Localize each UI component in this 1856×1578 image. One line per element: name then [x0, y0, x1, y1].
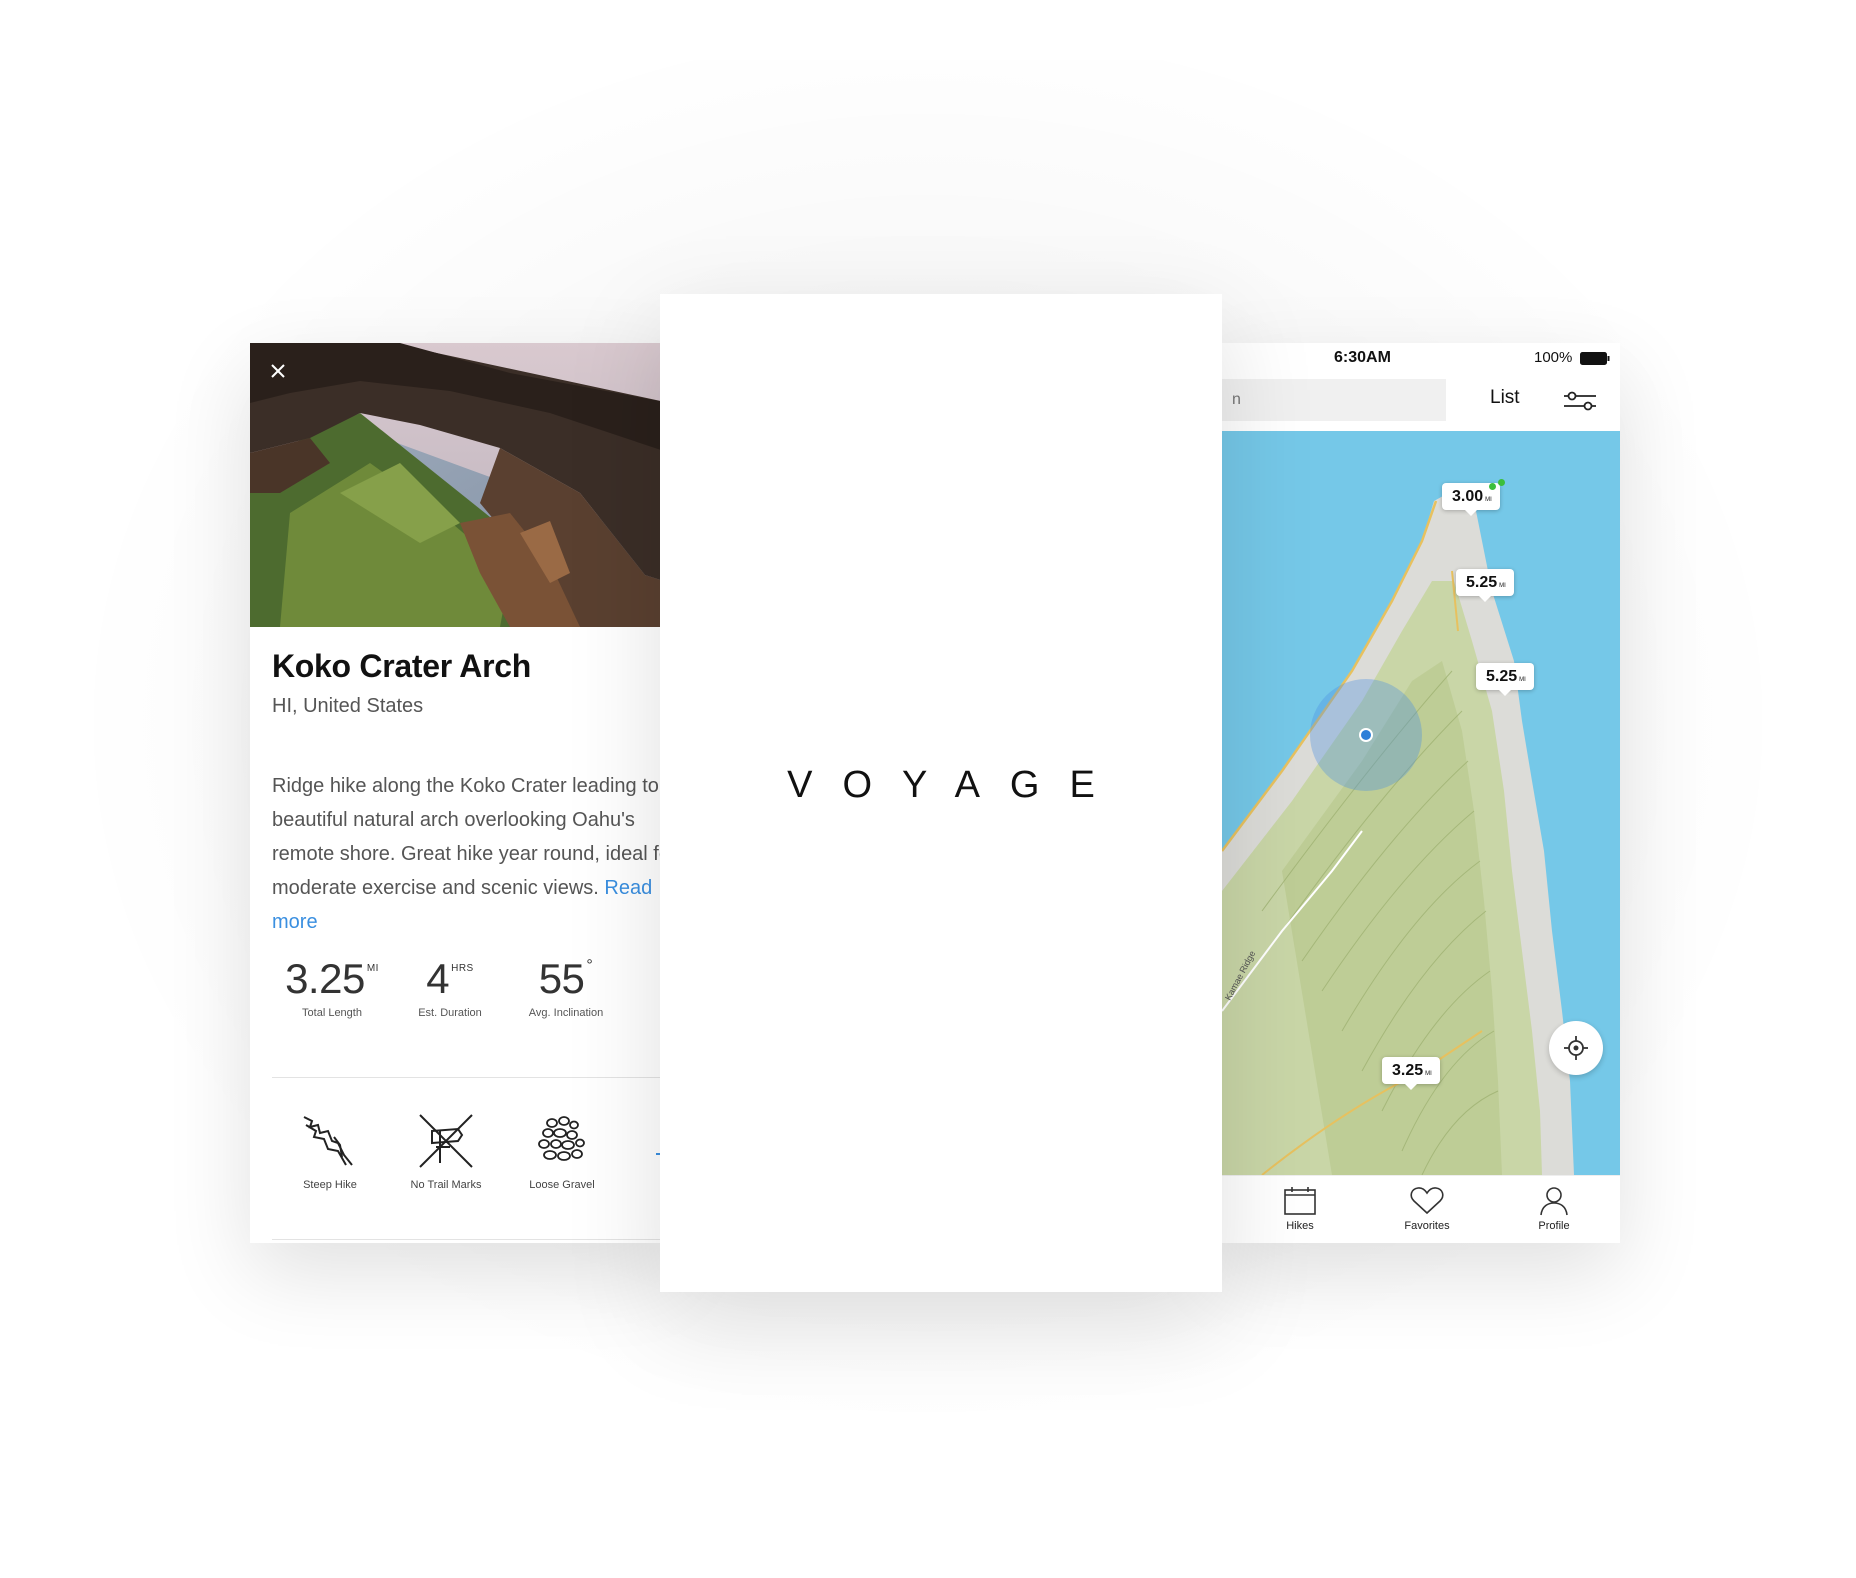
divider	[272, 1077, 670, 1078]
stat-value: 4	[426, 955, 450, 1002]
stat-unit: HRS	[451, 963, 474, 974]
calendar-icon	[1284, 1187, 1316, 1215]
marker-status-dot	[1489, 483, 1496, 490]
stat-inclination: 55 ° Avg. Inclination	[506, 955, 626, 1019]
stat-value: 3.25	[285, 955, 365, 1002]
marker-distance: 3.00	[1452, 488, 1484, 505]
stat-total-length: 3.25 MI Total Length	[272, 955, 392, 1019]
marker-status-dot	[1498, 479, 1505, 486]
locate-me-button[interactable]	[1549, 1021, 1603, 1075]
feature-label: Steep Hike	[303, 1179, 357, 1191]
search-input[interactable]	[1222, 379, 1446, 421]
marker-distance: 5.25	[1466, 574, 1498, 591]
close-button[interactable]	[267, 360, 289, 382]
list-view-button[interactable]: List	[1490, 387, 1520, 409]
tab-bar: Hikes Favorites Profile	[1222, 1175, 1620, 1243]
feature-loose-gravel: Loose Gravel	[504, 1111, 620, 1191]
marker-unit: MI	[1485, 497, 1492, 503]
no-trail-marks-icon	[419, 1114, 473, 1168]
stat-label: Avg. Inclination	[528, 1007, 604, 1019]
search-bar[interactable]	[1222, 379, 1446, 421]
status-time: 6:30AM	[1334, 349, 1391, 366]
tab-label: Hikes	[1286, 1220, 1314, 1232]
marker-unit: MI	[1499, 583, 1506, 589]
marker-distance: 5.25	[1486, 668, 1518, 685]
tab-profile[interactable]: Profile	[1514, 1186, 1594, 1232]
marker-distance: 3.25	[1392, 1062, 1424, 1079]
stat-value: 55	[538, 955, 585, 1002]
stat-label: Total Length	[302, 1007, 362, 1019]
trail-title: Koko Crater Arch	[272, 648, 531, 684]
feature-label: No Trail Marks	[410, 1179, 482, 1191]
trail-location: HI, United States	[272, 695, 424, 717]
tab-label: Profile	[1538, 1220, 1570, 1232]
trail-marker[interactable]: 3.25 MI	[1382, 1057, 1440, 1090]
marker-unit: MI	[1519, 677, 1526, 683]
voyage-logo: VOYAGE	[787, 764, 1125, 806]
trail-marker[interactable]: 5.25 MI	[1476, 663, 1534, 696]
splash-screen: VOYAGE	[660, 294, 1222, 1292]
hero-image	[250, 343, 670, 627]
feature-steep-hike: Steep Hike	[272, 1111, 388, 1191]
stat-label: Est. Duration	[418, 1007, 482, 1019]
trail-stats: 3.25 MI Total Length 4 HRS Est. Duration 5…	[250, 955, 670, 1035]
map-screen: 6:30AM 100% List	[1222, 343, 1620, 1243]
tab-hikes[interactable]: Hikes	[1260, 1186, 1340, 1232]
stat-unit: °	[586, 957, 594, 974]
trail-detail-screen: Koko Crater Arch HI, United States Ridge…	[250, 343, 670, 1243]
feature-label: Loose Gravel	[529, 1179, 595, 1191]
tab-favorites[interactable]: Favorites	[1387, 1186, 1467, 1232]
battery-icon	[1580, 352, 1610, 365]
steep-hike-icon	[303, 1116, 353, 1166]
trail-marker[interactable]: 5.25 MI	[1456, 569, 1514, 602]
person-icon	[1540, 1187, 1568, 1216]
battery-percentage: 100%	[1534, 349, 1573, 366]
crosshair-icon	[1564, 1036, 1588, 1060]
heart-icon	[1410, 1187, 1444, 1215]
filter-button[interactable]	[1562, 388, 1598, 414]
tab-label: Favorites	[1404, 1220, 1450, 1232]
filter-icon	[1564, 391, 1596, 411]
close-icon	[271, 364, 285, 378]
current-location-dot	[1361, 730, 1371, 740]
stat-unit: MI	[366, 963, 379, 974]
marker-unit: MI	[1425, 1071, 1432, 1077]
feature-no-trail-marks: No Trail Marks	[388, 1111, 504, 1191]
trail-description: Ridge hike along the Koko Crater leading…	[272, 769, 670, 939]
stat-duration: 4 HRS Est. Duration	[390, 955, 510, 1019]
divider	[272, 1239, 670, 1240]
loose-gravel-icon	[538, 1116, 585, 1161]
